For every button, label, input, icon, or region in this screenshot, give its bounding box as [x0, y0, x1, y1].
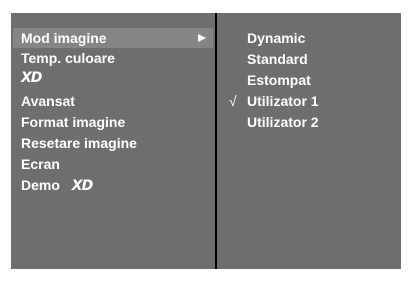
xd-logo: XD	[21, 70, 42, 86]
menu-item-label: Resetare imagine	[21, 135, 137, 151]
option-label: Dynamic	[247, 30, 306, 46]
menu-item-label: Ecran	[21, 156, 60, 172]
option-label: Standard	[247, 51, 308, 67]
xd-logo: XD	[71, 178, 93, 194]
option-label: Estompat	[247, 72, 311, 88]
menu-item-label: Avansat	[21, 93, 75, 109]
osd-menu: Mod imagine Temp. culoare XD Avansat For…	[11, 13, 401, 269]
menu-item-label-group: Demo XD	[21, 175, 93, 196]
menu-item-label: Format imagine	[21, 114, 126, 130]
menu-item-label: Demo	[21, 177, 60, 193]
menu-item-label: Temp. culoare	[21, 50, 115, 66]
menu-item-picture-mode[interactable]: Mod imagine	[13, 28, 213, 48]
submenu-panel: Dynamic Standard Estompat √ Utilizator 1…	[217, 13, 401, 269]
option-label: Utilizator 1	[247, 93, 319, 109]
main-menu-panel: Mod imagine Temp. culoare XD Avansat For…	[11, 13, 215, 269]
checkmark-icon: √	[229, 93, 237, 109]
menu-item-label: Mod imagine	[21, 30, 107, 46]
option-label: Utilizator 2	[247, 114, 319, 130]
submenu-arrow-icon	[198, 34, 206, 42]
